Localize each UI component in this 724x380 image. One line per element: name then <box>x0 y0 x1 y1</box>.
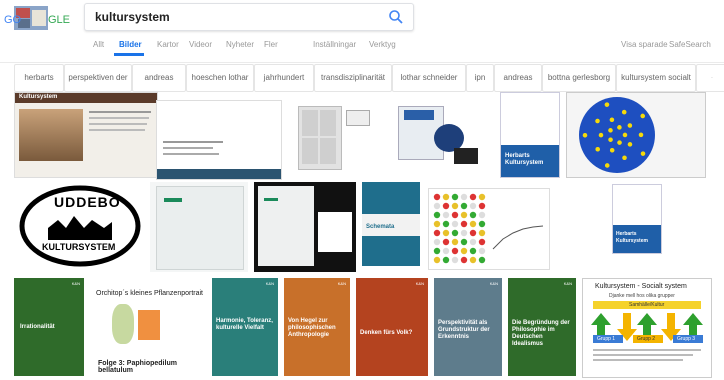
arrow-graphic <box>591 313 703 341</box>
tab-maps[interactable]: Kartor <box>157 40 179 49</box>
chip-bottna[interactable]: bottna gerlesborg <box>542 64 616 92</box>
svg-text:GLE: GLE <box>48 14 70 26</box>
result-image-dot-chart[interactable] <box>428 188 550 270</box>
book-title: Irrationalität <box>20 324 55 330</box>
chip-herbarts[interactable]: herbarts <box>14 64 64 92</box>
book-title: Herbarts Kultursystem <box>505 153 544 166</box>
publisher-logo: K&N <box>489 281 498 286</box>
orchid-subtitle: Folge 3: Paphiopedilum bellatulum <box>98 360 177 374</box>
result-image-socialt-system[interactable]: Kultursystem - Socialt system Djanke mel… <box>582 278 712 378</box>
socialt-subtitle: Djanke mell hos olika grupper <box>609 293 675 299</box>
chip-andreas[interactable]: andreas <box>132 64 186 92</box>
result-image-book-harmonie[interactable]: K&N Harmonie, Toleranz, kulturelle Vielf… <box>212 278 278 376</box>
socialt-group-2: Grupp 2 <box>637 336 656 342</box>
book-title: Harmonie, Toleranz, kulturelle Vielfalt <box>216 318 273 331</box>
dot-grid-graphic <box>433 193 544 264</box>
book-title: Herbarts Kultursystem <box>616 231 648 244</box>
chip-perspektiven[interactable]: perspektiven der <box>64 64 132 92</box>
search-icon[interactable] <box>387 8 405 26</box>
svg-text:GO: GO <box>4 14 22 26</box>
active-tab-indicator <box>114 53 144 56</box>
result-image-book-herbarts-2[interactable]: Herbarts Kultursystem <box>612 184 662 254</box>
result-image-book-herbarts-1[interactable]: Herbarts Kultursystem <box>500 92 560 178</box>
tab-bar: Allt Bilder Kartor Videor Nyheter Fler I… <box>0 36 724 63</box>
result-image-book-irrationalitat[interactable]: K&N Irrationalität <box>14 278 84 376</box>
chip-ipn[interactable]: ipn <box>466 64 494 92</box>
plate-circle-graphic <box>579 97 655 173</box>
orchid-title: Orchitop´s kleines Pflanzenportrait <box>96 290 203 297</box>
search-bar[interactable]: kultursystem <box>84 3 414 31</box>
socialt-group-3: Grupp 3 <box>677 336 696 342</box>
book-title: Die Begründung der Philosophie im Deutsc… <box>512 320 570 347</box>
result-image-book-schemata[interactable]: Schemata <box>362 182 420 266</box>
chip-lothar-schneider[interactable]: lothar schneider <box>392 64 466 92</box>
result-image-book-perspektivitat[interactable]: K&N Perspektivität als Grundstruktur der… <box>434 278 502 376</box>
result-image-kultursystem-screenshot[interactable]: Kultursystem <box>14 92 158 178</box>
tab-images[interactable]: Bilder <box>119 40 142 49</box>
result-image-white-cabinet[interactable] <box>150 182 248 272</box>
chip-overflow[interactable]: · <box>696 64 724 92</box>
google-logo[interactable]: GO GLE <box>4 4 74 34</box>
socialt-bar-label: Samhälle/Kultur <box>629 302 665 308</box>
result-image-book-hegel[interactable]: K&N Von Hegel zur philosophischen Anthro… <box>284 278 350 376</box>
result-image-plate-diagram[interactable] <box>566 92 706 178</box>
tab-settings[interactable]: Inställningar <box>313 40 356 49</box>
result-image-book-begrundung[interactable]: K&N Die Begründung der Philosophie im De… <box>508 278 576 376</box>
publisher-logo: K&N <box>71 281 80 286</box>
safesearch-link[interactable]: SafeSearch <box>669 40 711 49</box>
book-title: Perspektivität als Grundstruktur der Erk… <box>438 320 490 340</box>
result-image-cabinet[interactable] <box>290 100 380 176</box>
socialt-group-1: Grupp 1 <box>597 336 616 342</box>
result-image-instrument[interactable] <box>394 100 488 176</box>
chip-hoeschen[interactable]: hoeschen lothar <box>186 64 254 92</box>
saved-link[interactable]: Visa sparade <box>621 40 668 49</box>
tab-tools[interactable]: Verktyg <box>369 40 396 49</box>
search-input[interactable]: kultursystem <box>95 10 170 24</box>
book-title: Von Hegel zur philosophischen Anthropolo… <box>288 318 336 338</box>
tab-videos[interactable]: Videor <box>189 40 212 49</box>
tab-more[interactable]: Fler <box>264 40 278 49</box>
publisher-logo: K&N <box>563 281 572 286</box>
tab-news[interactable]: Nyheter <box>226 40 254 49</box>
result-image-book-denken[interactable]: K&N Denken fürs Volk? <box>356 278 428 376</box>
chip-kultursystem-socialt[interactable]: kultursystem socialt <box>616 64 696 92</box>
chip-jahrhundert[interactable]: jahrhundert <box>254 64 314 92</box>
chip-andreas-2[interactable]: andreas <box>494 64 542 92</box>
publisher-logo: K&N <box>415 281 424 286</box>
publisher-logo: K&N <box>265 281 274 286</box>
badge-title: UDDEBO <box>54 194 121 210</box>
badge-subtitle: KULTURSYSTEM <box>42 242 116 252</box>
screenshot-title: Kultursystem <box>19 94 58 100</box>
result-image-orchidee[interactable]: Orchitop´s kleines Pflanzenportrait Folg… <box>90 280 206 376</box>
publisher-logo: K&N <box>337 281 346 286</box>
socialt-title: Kultursystem - Socialt system <box>595 283 687 290</box>
tab-all[interactable]: Allt <box>93 40 104 49</box>
chip-transdisziplinaritat[interactable]: transdisziplinarität <box>314 64 392 92</box>
result-image-uddebo-badge[interactable]: UDDEBO KULTURSYSTEM <box>18 184 142 268</box>
book-title: Schemata <box>366 224 395 230</box>
result-image-slide[interactable] <box>156 100 282 180</box>
book-title: Denken fürs Volk? <box>360 330 413 336</box>
result-image-dark-cabinet[interactable] <box>254 182 356 272</box>
